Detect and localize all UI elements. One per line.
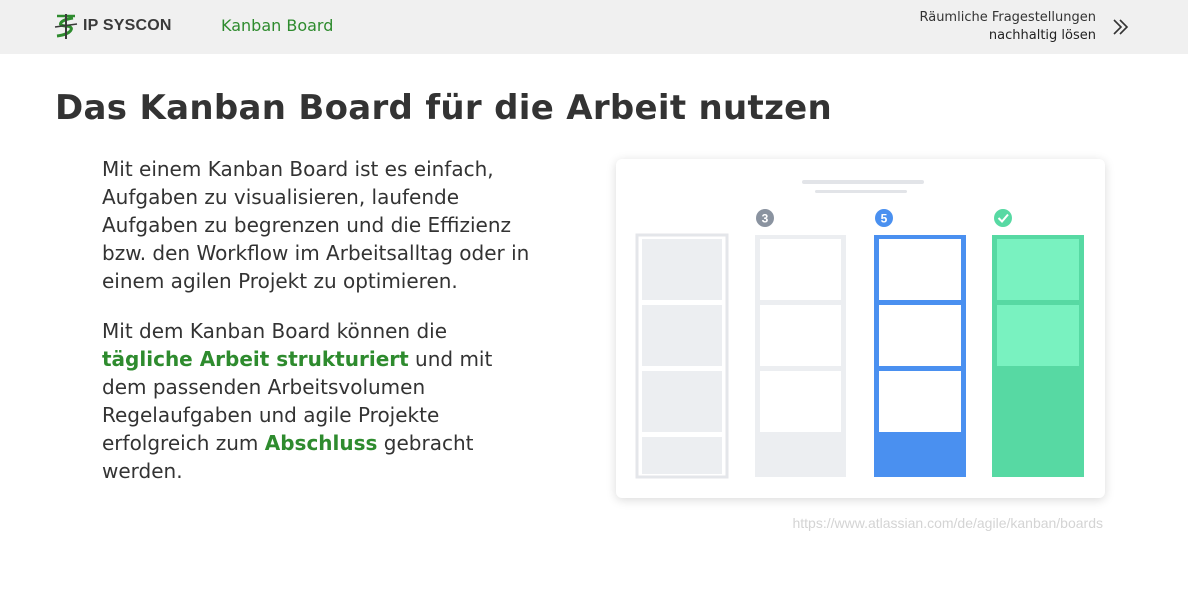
badge-blue-label: 5 <box>881 212 888 226</box>
badge-gray-label: 3 <box>762 212 769 226</box>
backlog-card <box>642 239 722 300</box>
p2-text-1: Mit dem Kanban Board können die <box>102 319 448 343</box>
paragraph-2: Mit dem Kanban Board können die tägliche… <box>102 317 542 485</box>
page-title: Das Kanban Board für die Arbeit nutzen <box>55 88 833 128</box>
company-logo[interactable]: IP SYSCON <box>53 12 172 40</box>
nav-title-link[interactable]: Kanban Board <box>221 16 333 35</box>
ip-syscon-logo-icon <box>54 14 78 39</box>
backlog-card <box>642 305 722 366</box>
header-bar: IP SYSCON Kanban Board Räumliche Fragest… <box>0 0 1188 54</box>
backlog-card <box>642 371 722 432</box>
in-progress-card <box>879 371 961 432</box>
highlight-completion: Abschluss <box>264 431 378 455</box>
checkmark-badge <box>994 209 1012 227</box>
kanban-illustration-card: 3 5 <box>616 159 1105 498</box>
todo-card <box>760 371 841 432</box>
backlog-card <box>642 437 722 474</box>
tagline-line2: nachhaltig lösen <box>988 28 1096 43</box>
done-card <box>997 239 1079 300</box>
todo-card <box>760 239 841 300</box>
subtitle-bar-placeholder <box>815 190 907 193</box>
logo-text: IP SYSCON <box>83 17 172 34</box>
in-progress-card <box>879 305 961 366</box>
in-progress-card <box>879 239 961 300</box>
double-chevron-right-icon[interactable] <box>1110 17 1130 37</box>
todo-card <box>760 305 841 366</box>
body-text: Mit einem Kanban Board ist es einfach, A… <box>102 155 542 507</box>
highlight-daily-work: tägliche Arbeit strukturiert <box>102 347 409 371</box>
title-bar-placeholder <box>802 180 924 184</box>
paragraph-1: Mit einem Kanban Board ist es einfach, A… <box>102 157 530 293</box>
tagline: Räumliche Fragestellungen nachhaltig lös… <box>919 9 1096 45</box>
image-source-link[interactable]: https://www.atlassian.com/de/agile/kanba… <box>792 515 1103 531</box>
kanban-board-illustration: 3 5 <box>635 180 1084 479</box>
done-card <box>997 305 1079 366</box>
tagline-line1: Räumliche Fragestellungen <box>919 10 1096 25</box>
